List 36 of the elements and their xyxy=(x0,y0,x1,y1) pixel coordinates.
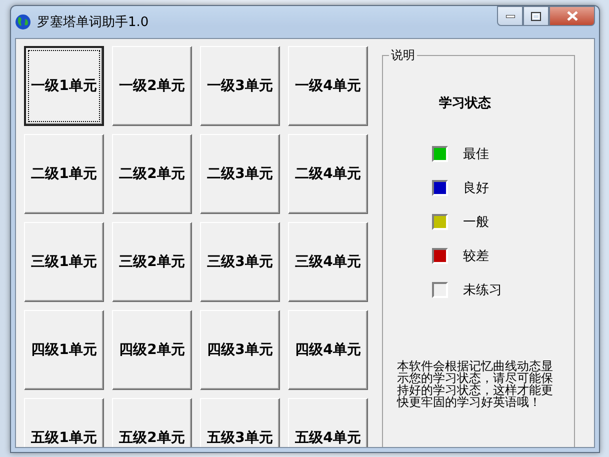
status-label: 较差 xyxy=(463,248,489,265)
unit-button[interactable]: 三级2单元 xyxy=(112,222,192,302)
unit-button[interactable]: 五级2单元 xyxy=(112,398,192,447)
unit-button[interactable]: 一级2单元 xyxy=(112,46,192,126)
status-label: 一般 xyxy=(463,214,489,231)
unit-button[interactable]: 二级1单元 xyxy=(24,134,104,214)
unit-button[interactable]: 五级4单元 xyxy=(288,398,368,447)
unit-button[interactable]: 一级3单元 xyxy=(200,46,280,126)
unit-button[interactable]: 三级4单元 xyxy=(288,222,368,302)
description-text: 本软件会根据记忆曲线动态显示您的学习状态，请尽可能保持好的学习状态，这样才能更快更牢固的学习好英语哦！ xyxy=(397,360,553,408)
unit-button[interactable]: 二级2单元 xyxy=(112,134,192,214)
unit-button[interactable]: 三级3单元 xyxy=(200,222,280,302)
status-label: 未练习 xyxy=(463,282,502,299)
unit-button[interactable]: 四级1单元 xyxy=(24,310,104,390)
unit-button[interactable]: 四级2单元 xyxy=(112,310,192,390)
unit-button[interactable]: 一级4单元 xyxy=(288,46,368,126)
unit-button[interactable]: 五级1单元 xyxy=(24,398,104,447)
minimize-icon xyxy=(506,14,514,18)
globe-icon xyxy=(15,14,31,30)
unit-button[interactable]: 二级3单元 xyxy=(200,134,280,214)
unit-button[interactable]: 三级1单元 xyxy=(24,222,104,302)
unit-button[interactable]: 五级3单元 xyxy=(200,398,280,447)
status-label: 最佳 xyxy=(463,146,489,163)
close-button[interactable] xyxy=(549,6,595,26)
unit-button[interactable]: 一级1单元 xyxy=(24,46,104,126)
legend-heading: 学习状态 xyxy=(439,95,491,112)
window-title: 罗塞塔单词助手1.0 xyxy=(37,14,149,31)
status-label: 良好 xyxy=(463,180,489,197)
maximize-icon xyxy=(531,12,541,20)
unit-button[interactable]: 四级3单元 xyxy=(200,310,280,390)
groupbox-title: 说明 xyxy=(390,47,416,64)
close-icon xyxy=(566,11,578,21)
minimize-button[interactable] xyxy=(497,6,523,26)
unit-button[interactable]: 二级4单元 xyxy=(288,134,368,214)
maximize-button[interactable] xyxy=(523,6,549,26)
unit-button[interactable]: 四级4单元 xyxy=(288,310,368,390)
